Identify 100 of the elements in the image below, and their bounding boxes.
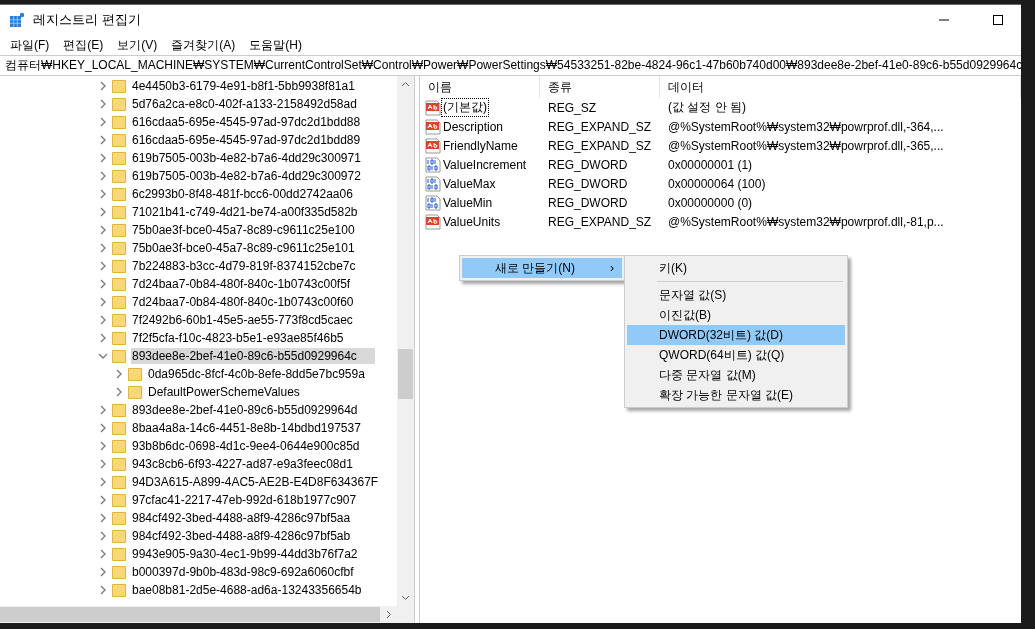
value-type: REG_EXPAND_SZ (547, 214, 653, 229)
tree-item[interactable]: 984cf492-3bed-4488-a8f9-4286c97bf5aa (131, 510, 369, 526)
folder-icon (128, 385, 143, 399)
column-header[interactable]: 이름 (420, 76, 540, 98)
string-value-icon (425, 213, 441, 230)
folder-icon (128, 367, 143, 381)
tree-item[interactable]: 943c8cb6-6f93-4227-ad87-e9a3feec08d1 (131, 456, 371, 472)
folder-icon (112, 511, 127, 525)
tree-item[interactable]: 94D3A615-A899-4AC5-AE2B-E4D8F634367F (131, 474, 397, 490)
folder-icon (112, 205, 127, 219)
string-value-icon (425, 118, 441, 135)
tree-item[interactable]: 616cdaa5-695e-4545-97ad-97dc2d1bdd89 (131, 132, 379, 148)
value-type: REG_DWORD (547, 176, 629, 191)
column-header[interactable]: 데이터 (660, 76, 1021, 98)
value-name[interactable]: FriendlyName (442, 138, 519, 153)
registry-editor-icon (9, 12, 25, 28)
menu-item[interactable]: 키(K) (627, 258, 845, 278)
tree-item[interactable]: 93b8b6dc-0698-4d1c-9ee4-0644e900c85d (131, 438, 378, 454)
folder-icon (112, 169, 127, 183)
scrollbar-thumb[interactable] (398, 349, 413, 399)
value-type: REG_DWORD (547, 157, 629, 172)
tree-item[interactable]: 7d24baa7-0b84-480f-840c-1b0743c00f60 (131, 294, 372, 310)
folder-icon (112, 403, 127, 417)
menu-item[interactable]: 즐겨찾기(A) (164, 36, 243, 54)
menu-item[interactable]: 확장 가능한 문자열 값(E) (627, 385, 845, 405)
value-name[interactable]: ValueMin (442, 195, 494, 210)
value-type: REG_EXPAND_SZ (547, 138, 653, 153)
menu-item[interactable]: 이진값(B) (627, 305, 845, 325)
tree-item[interactable]: DefaultPowerSchemeValues (147, 384, 318, 400)
value-name[interactable]: (기본값) (442, 99, 488, 116)
folder-icon (112, 259, 127, 273)
tree-item[interactable]: 6c2993b0-8f48-481f-bcc6-00dd2742aa06 (131, 186, 371, 202)
value-name[interactable]: ValueIncrement (442, 157, 528, 172)
tree-item[interactable]: 7f2492b6-60b1-45e5-ae55-773f8cd5caec (131, 312, 371, 328)
tree-item[interactable]: 893dee8e-2bef-41e0-89c6-b55d0929964d (131, 402, 376, 418)
folder-icon (112, 295, 127, 309)
tree-item[interactable]: 7d24baa7-0b84-480f-840c-1b0743c00f5f (131, 276, 369, 292)
tree-item[interactable]: bae08b81-2d5e-4688-ad6a-13243356654b (131, 582, 380, 598)
column-header[interactable]: 종류 (540, 76, 660, 98)
menu-item[interactable]: 도움말(H) (242, 36, 309, 54)
tree-item[interactable]: b000397d-9b0b-483d-98c9-692a6060cfbf (131, 564, 372, 580)
folder-icon (112, 331, 127, 345)
menu-item[interactable]: 다중 문자열 값(M) (627, 365, 845, 385)
value-type: REG_EXPAND_SZ (547, 119, 653, 134)
value-data: 0x00000001 (1) (667, 157, 754, 172)
tree-item[interactable]: 0da965dc-8fcf-4c0b-8efe-8dd5e7bc959a (147, 366, 383, 382)
value-data: (값 설정 안 됨) (667, 99, 747, 116)
folder-icon (112, 79, 127, 93)
tree-item[interactable]: 619b7505-003b-4e82-b7a6-4dd29c300971 (131, 150, 379, 166)
value-data: 0x00000000 (0) (667, 195, 754, 210)
tree-item[interactable]: 75b0ae3f-bce0-45a7-8c89-c9611c25e101 (131, 240, 373, 256)
menu-item[interactable]: DWORD(32비트) 값(D) (627, 325, 845, 345)
folder-icon (112, 241, 127, 255)
value-data: 0x00000064 (100) (667, 176, 767, 191)
value-name[interactable]: Description (442, 119, 505, 134)
menu-item[interactable]: QWORD(64비트) 값(Q) (627, 345, 845, 365)
menu-item[interactable]: 문자열 값(S) (627, 285, 845, 305)
value-data: @%SystemRoot%₩system32₩powrprof.dll,-365,... (667, 138, 945, 153)
folder-icon (112, 97, 127, 111)
vertical-scrollbar[interactable] (397, 76, 414, 606)
tree-item[interactable]: 893dee8e-2bef-41e0-89c6-b55d0929964c (131, 348, 375, 364)
maximize-icon (993, 15, 1003, 25)
tree-item[interactable]: 984cf492-3bed-4488-a8f9-4286c97bf5ab (131, 528, 369, 544)
menu-item[interactable]: 파일(F) (3, 36, 57, 54)
menu-item[interactable]: 보기(V) (110, 36, 165, 54)
value-name[interactable]: ValueUnits (442, 214, 502, 229)
folder-icon (112, 187, 127, 201)
tree-item[interactable]: 8baa4a8a-14c6-4451-8e8b-14bdbd197537 (131, 420, 379, 436)
folder-icon (112, 565, 127, 579)
menu-item[interactable]: 새로 만들기(N) › (462, 258, 622, 278)
binary-value-icon (425, 156, 441, 173)
menu-item[interactable]: 편집(E) (56, 36, 111, 54)
string-value-icon (425, 137, 441, 154)
folder-icon (112, 439, 127, 453)
tree-item[interactable]: 619b7505-003b-4e82-b7a6-4dd29c300972 (131, 168, 379, 184)
value-name[interactable]: ValueMax (442, 176, 497, 191)
tree-item[interactable]: 75b0ae3f-bce0-45a7-8c89-c9611c25e100 (131, 222, 373, 238)
value-data: @%SystemRoot%₩system32₩powrprof.dll,-364,... (667, 119, 945, 134)
collapse-chevron-icon[interactable] (98, 351, 108, 361)
value-type: REG_SZ (547, 100, 597, 115)
folder-icon (112, 529, 127, 543)
tree-item[interactable]: 71021b41-c749-4d21-be74-a00f335d582b (131, 204, 376, 220)
horizontal-scrollbar[interactable] (0, 606, 397, 623)
tree-item[interactable]: 5d76a2ca-e8c0-402f-a133-2158492d58ad (131, 96, 375, 112)
tree-item[interactable]: 4e4450b3-6179-4e91-b8f1-5bb9938f81a1 (131, 78, 373, 94)
scroll-down-icon[interactable] (401, 593, 410, 602)
folder-icon (112, 421, 127, 435)
tree-item[interactable]: 7b224883-b3cc-4d79-819f-8374152cbe7c (131, 258, 374, 274)
string-value-icon (425, 99, 441, 116)
scroll-right-icon[interactable] (384, 610, 393, 619)
scroll-up-icon[interactable] (401, 80, 410, 89)
folder-icon (112, 277, 127, 291)
value-data: @%SystemRoot%₩system32₩powrprof.dll,-81,p... (667, 214, 945, 229)
tree-item[interactable]: 616cdaa5-695e-4545-97ad-97dc2d1bdd88 (131, 114, 379, 130)
folder-icon (112, 313, 127, 327)
tree-item[interactable]: 97cfac41-2217-47eb-992d-618b1977c907 (131, 492, 375, 508)
scrollbar-thumb[interactable] (0, 607, 380, 622)
tree-item[interactable]: 7f2f5cfa-f10c-4823-b5e1-e93ae85f46b5 (131, 330, 362, 346)
address-field[interactable]: 컴퓨터₩HKEY_LOCAL_MACHINE₩SYSTEM₩CurrentControlSet₩Control₩Power₩PowerSettings₩54533251-82be-4824-96c1-47b60b740d00₩893dee8e-2bef-41e0-89c6-b55d0929964c (0, 55, 1021, 76)
tree-item[interactable]: 9943e905-9a30-4ec1-9b99-44dd3b76f7a2 (131, 546, 376, 562)
